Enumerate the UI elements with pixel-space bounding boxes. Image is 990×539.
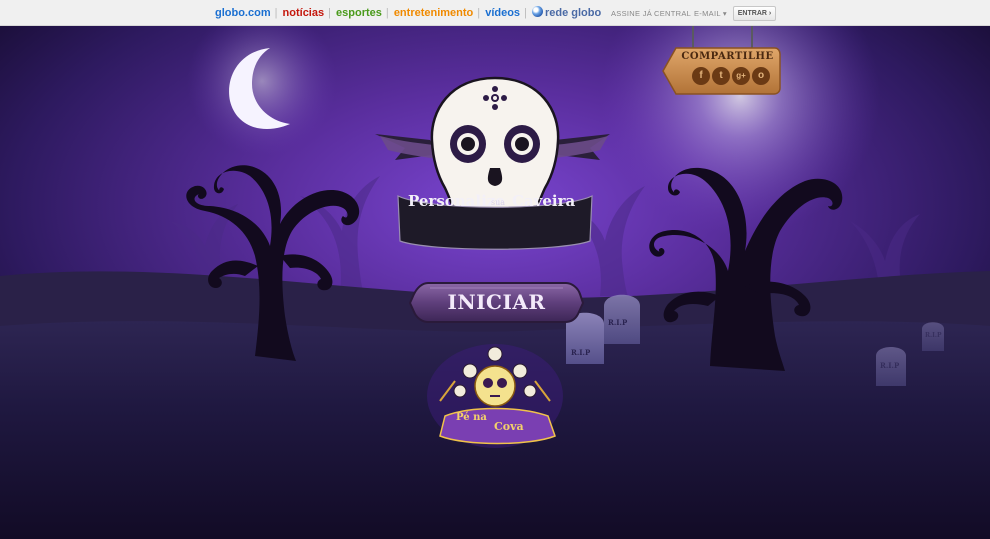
nav-separator: | <box>385 7 389 19</box>
orkut-icon[interactable]: o <box>752 67 770 85</box>
tombstone-label: R.I.P <box>880 361 900 370</box>
iniciar-button[interactable]: INICIAR <box>414 283 579 322</box>
logo-line1: Pé na <box>456 412 487 423</box>
nav-separator: | <box>524 7 527 19</box>
halloween-scene: Personalize sua Caveira INICIAR COMPARTI… <box>0 26 990 539</box>
chevron-down-icon: ▾ <box>720 9 727 18</box>
nav-separator: | <box>477 7 481 19</box>
twitter-icon[interactable]: t <box>712 67 730 85</box>
assine-link[interactable]: ASSINE JÁ <box>611 9 652 18</box>
facebook-icon[interactable]: f <box>692 67 710 85</box>
nav-videos[interactable]: vídeos <box>485 7 520 19</box>
tombstone-label: R.I.P <box>608 318 628 327</box>
tombstone-label: R.I.P <box>925 332 942 339</box>
nav-esportes[interactable]: esportes <box>336 7 382 19</box>
email-label: E-MAIL <box>694 9 721 18</box>
email-link[interactable]: E-MAIL ▾ <box>694 9 727 18</box>
globo-top-bar: globo.com | notícias | esportes | entreteni… <box>0 0 990 26</box>
share-sign: COMPARTILHE f t g+ o <box>662 48 779 95</box>
globo-nav: globo.com | notícias | esportes | entreteni… <box>215 6 603 19</box>
google-plus-icon[interactable]: g+ <box>732 67 750 85</box>
share-icons: f t g+ o <box>692 67 772 87</box>
rede-globo-logo-icon <box>531 6 543 17</box>
nav-rede-globo[interactable]: rede globo <box>545 7 601 19</box>
chevron-right-icon: › <box>766 10 772 17</box>
banner-word-sua: sua <box>491 198 506 207</box>
banner-word-caveira: Caveira <box>512 192 576 210</box>
nav-separator: | <box>274 7 278 19</box>
logo-line2: Cova <box>494 420 524 433</box>
tombstone-label: R.I.P <box>571 348 591 357</box>
nav-separator: | <box>328 7 331 19</box>
nav-entretenimento[interactable]: entretenimento <box>394 7 473 19</box>
entrar-label: ENTRAR <box>737 10 767 17</box>
entrar-button[interactable]: ENTRAR › <box>733 6 776 21</box>
personalize-banner: Personalize sua Caveira <box>402 192 590 222</box>
nav-globo-com[interactable]: globo.com <box>215 7 271 19</box>
nav-noticias[interactable]: notícias <box>283 7 325 19</box>
share-label: COMPARTILHE <box>681 51 774 62</box>
iniciar-label: INICIAR <box>447 290 546 314</box>
central-link[interactable]: CENTRAL <box>654 9 691 18</box>
